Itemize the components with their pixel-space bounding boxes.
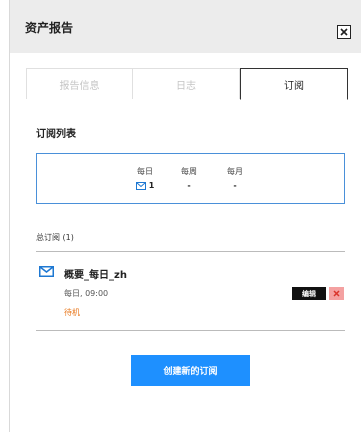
- summary-weekly: 每周 -: [178, 166, 200, 190]
- summary-monthly-value: -: [233, 181, 237, 190]
- summary-daily-value: 1: [148, 181, 155, 190]
- create-subscription-button[interactable]: 创建新的订阅: [131, 355, 250, 386]
- summary-weekly-label: 每周: [181, 167, 197, 176]
- close-button[interactable]: [337, 25, 351, 39]
- summary-monthly-label: 每月: [227, 167, 243, 176]
- panel-header: 资产报告: [10, 0, 361, 53]
- mail-icon: [39, 266, 54, 277]
- subscription-summary-box: 每日 1 每周 - 每月 -: [36, 153, 345, 204]
- tab-subscription[interactable]: 订阅: [240, 68, 348, 100]
- panel-title: 资产报告: [25, 21, 74, 35]
- total-subscriptions: 总订阅 (1): [36, 233, 74, 242]
- tab-bar: 报告信息 日志 订阅: [26, 68, 348, 100]
- mail-icon: [135, 181, 146, 190]
- summary-daily: 每日 1: [134, 166, 156, 190]
- panel-left-border: [9, 0, 10, 432]
- divider: [36, 251, 345, 252]
- subscription-schedule: 每日, 09:00: [64, 289, 109, 298]
- delete-button[interactable]: [329, 287, 344, 300]
- close-icon: [340, 28, 348, 36]
- edit-button[interactable]: 编辑: [292, 287, 326, 300]
- divider: [36, 330, 345, 331]
- close-icon: [333, 290, 340, 297]
- summary-daily-value-wrap: 1: [134, 181, 156, 190]
- subscription-list-title: 订阅列表: [36, 129, 76, 140]
- subscription-name: 概要_每日_zh: [64, 270, 127, 281]
- summary-weekly-value: -: [187, 181, 191, 190]
- summary-daily-label: 每日: [137, 167, 153, 176]
- tab-log[interactable]: 日志: [133, 68, 240, 99]
- tab-report-info[interactable]: 报告信息: [26, 68, 133, 99]
- summary-monthly: 每月 -: [224, 166, 246, 190]
- subscription-status: 待机: [64, 308, 80, 317]
